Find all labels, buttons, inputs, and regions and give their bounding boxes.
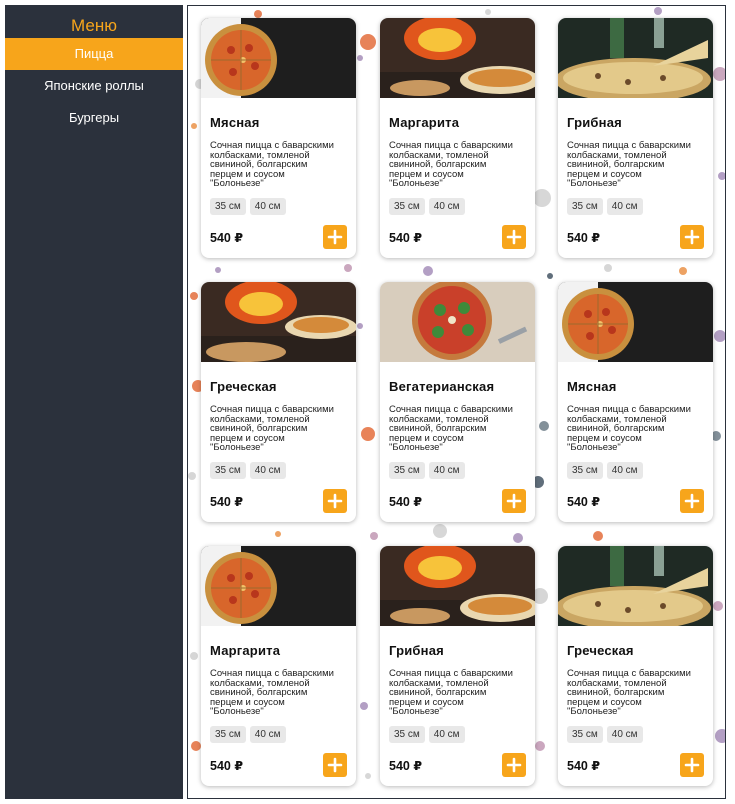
size-option[interactable]: 35 см	[389, 462, 425, 479]
add-to-cart-button[interactable]	[680, 489, 704, 513]
plus-icon	[506, 493, 522, 509]
size-option[interactable]: 40 см	[249, 198, 286, 215]
sidebar-title: Меню	[71, 16, 117, 35]
product-price: 540 ₽	[210, 759, 244, 773]
add-to-cart-button[interactable]	[323, 225, 347, 249]
sidebar: Меню Пицца Японские роллы Бургеры	[5, 5, 183, 799]
size-option[interactable]: 35 см	[567, 462, 603, 479]
product-image	[558, 546, 713, 626]
product-card: Грибная Сочная пицца с баварскими колбаск…	[380, 546, 535, 786]
size-options: 35 см 40 см	[210, 198, 286, 215]
size-options: 35 см 40 см	[567, 462, 643, 479]
product-card: Грибная Сочная пицца с баварскими колбаск…	[558, 18, 713, 258]
product-price: 540 ₽	[567, 759, 601, 773]
product-card: Маргарита Сочная пицца с баварскими колба…	[380, 18, 535, 258]
product-card: Вегатерианская Сочная пицца с баварскими…	[380, 282, 535, 522]
size-options: 35 см 40 см	[210, 726, 286, 743]
size-options: 35 см 40 см	[567, 726, 643, 743]
product-card: Маргарита Сочная пицца с баварскими колба…	[201, 546, 356, 786]
size-option[interactable]: 40 см	[249, 462, 286, 479]
product-title: Мясная	[567, 379, 617, 394]
add-to-cart-button[interactable]	[680, 753, 704, 777]
product-title: Греческая	[210, 379, 277, 394]
product-price: 540 ₽	[210, 495, 244, 509]
product-image	[380, 546, 535, 626]
size-options: 35 см 40 см	[389, 462, 465, 479]
add-to-cart-button[interactable]	[502, 225, 526, 249]
plus-icon	[684, 757, 700, 773]
product-description: Сочная пицца с баварскими колбасками, том…	[567, 404, 691, 453]
product-card: Греческая Сочная пицца с баварскими колба…	[201, 282, 356, 522]
sidebar-item-rolls[interactable]: Японские роллы	[5, 70, 183, 102]
size-option[interactable]: 35 см	[567, 198, 603, 215]
product-image	[201, 18, 356, 98]
product-title: Грибная	[567, 115, 622, 130]
size-options: 35 см 40 см	[210, 462, 286, 479]
size-option[interactable]: 40 см	[606, 462, 643, 479]
product-title: Греческая	[567, 643, 634, 658]
plus-icon	[327, 757, 343, 773]
size-option[interactable]: 35 см	[567, 726, 603, 743]
product-image	[380, 18, 535, 98]
product-image	[201, 546, 356, 626]
plus-icon	[684, 229, 700, 245]
size-option[interactable]: 40 см	[428, 462, 465, 479]
product-title: Грибная	[389, 643, 444, 658]
add-to-cart-button[interactable]	[502, 753, 526, 777]
product-title: Маргарита	[389, 115, 460, 130]
size-options: 35 см 40 см	[567, 198, 643, 215]
size-option[interactable]: 35 см	[210, 462, 246, 479]
size-option[interactable]: 40 см	[428, 726, 465, 743]
product-card: Мясная Сочная пицца с баварскими колбаска…	[558, 282, 713, 522]
sidebar-item-burgers[interactable]: Бургеры	[5, 102, 183, 134]
plus-icon	[506, 229, 522, 245]
product-grid: Мясная Сочная пицца с баварскими колбаска…	[187, 5, 726, 799]
product-title: Мясная	[210, 115, 260, 130]
product-description: Сочная пицца с баварскими колбасками, том…	[567, 140, 691, 189]
size-option[interactable]: 40 см	[606, 726, 643, 743]
size-option[interactable]: 40 см	[249, 726, 286, 743]
add-to-cart-button[interactable]	[502, 489, 526, 513]
product-description: Сочная пицца с баварскими колбасками, том…	[210, 668, 334, 717]
product-description: Сочная пицца с баварскими колбасками, том…	[389, 668, 513, 717]
size-option[interactable]: 35 см	[210, 198, 246, 215]
plus-icon	[327, 493, 343, 509]
add-to-cart-button[interactable]	[323, 489, 347, 513]
product-price: 540 ₽	[389, 495, 423, 509]
product-title: Маргарита	[210, 643, 281, 658]
size-option[interactable]: 35 см	[389, 726, 425, 743]
product-title: Вегатерианская	[389, 379, 495, 394]
plus-icon	[506, 757, 522, 773]
product-image	[558, 282, 713, 362]
size-option[interactable]: 40 см	[428, 198, 465, 215]
plus-icon	[327, 229, 343, 245]
sidebar-item-pizza[interactable]: Пицца	[5, 38, 183, 70]
size-option[interactable]: 35 см	[389, 198, 425, 215]
product-description: Сочная пицца с баварскими колбасками, том…	[389, 404, 513, 453]
add-to-cart-button[interactable]	[680, 225, 704, 249]
product-image	[380, 282, 535, 362]
size-options: 35 см 40 см	[389, 726, 465, 743]
size-option[interactable]: 35 см	[210, 726, 246, 743]
plus-icon	[684, 493, 700, 509]
product-description: Сочная пицца с баварскими колбасками, том…	[210, 140, 334, 189]
product-card: Мясная Сочная пицца с баварскими колбаска…	[201, 18, 356, 258]
add-to-cart-button[interactable]	[323, 753, 347, 777]
product-price: 540 ₽	[389, 759, 423, 773]
product-card: Греческая Сочная пицца с баварскими колба…	[558, 546, 713, 786]
product-price: 540 ₽	[567, 495, 601, 509]
product-image	[201, 282, 356, 362]
size-option[interactable]: 40 см	[606, 198, 643, 215]
product-price: 540 ₽	[567, 231, 601, 245]
product-description: Сочная пицца с баварскими колбасками, том…	[210, 404, 334, 453]
product-image	[558, 18, 713, 98]
product-description: Сочная пицца с баварскими колбасками, том…	[389, 140, 513, 189]
product-description: Сочная пицца с баварскими колбасками, том…	[567, 668, 691, 717]
product-price: 540 ₽	[389, 231, 423, 245]
size-options: 35 см 40 см	[389, 198, 465, 215]
product-price: 540 ₽	[210, 231, 244, 245]
